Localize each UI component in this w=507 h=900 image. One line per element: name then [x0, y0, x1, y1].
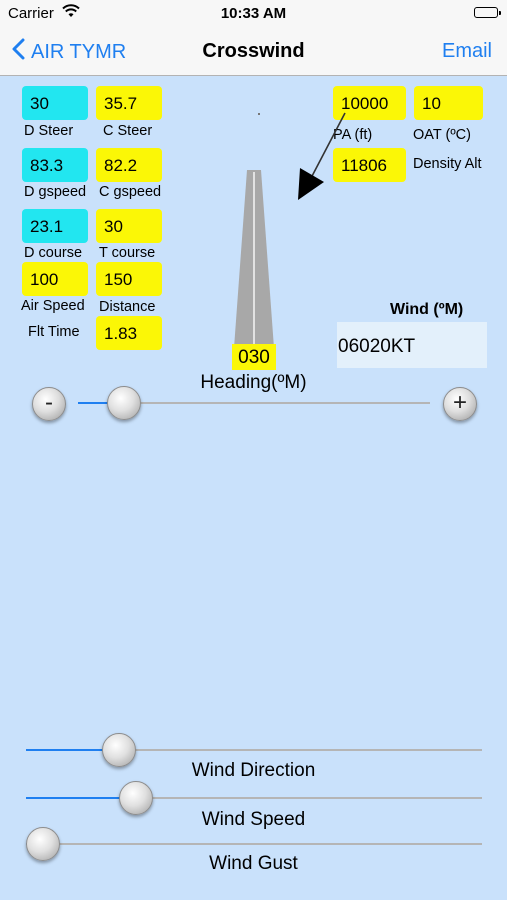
wind-gust-label: Wind Gust — [209, 853, 298, 874]
navigation-bar: AIR TYMR Crosswind Email — [0, 28, 507, 76]
distance-label: Distance — [99, 299, 156, 315]
wind-speed-label: Wind Speed — [201, 809, 306, 830]
back-button-label: AIR TYMR — [31, 40, 127, 63]
heading-plus-button[interactable]: + — [443, 387, 477, 421]
wind-arrow-icon — [298, 112, 346, 200]
heading-minus-button[interactable]: - — [32, 387, 66, 421]
heading-value: 030 — [232, 344, 276, 370]
clock: 10:33 AM — [220, 5, 287, 22]
wind-direction-label: Wind Direction — [191, 760, 316, 781]
plus-icon: + — [452, 389, 467, 416]
oat-label: OAT (ºC) — [413, 127, 471, 143]
wind-title: Wind (ºM) — [390, 301, 464, 318]
runway-icon — [234, 170, 274, 348]
heading-label: Heading(ºM) — [200, 372, 307, 393]
c-gspeed-label: C gspeed — [99, 184, 162, 200]
chevron-left-icon — [12, 38, 31, 66]
d-gspeed-field: 83.3 — [22, 148, 88, 182]
heading-slider-thumb[interactable] — [106, 386, 141, 420]
density-alt-label: Density Alt — [413, 156, 482, 172]
d-course-field: 23.1 — [22, 209, 88, 243]
minus-icon: - — [45, 389, 53, 416]
back-button[interactable]: AIR TYMR — [12, 38, 126, 66]
status-bar: Carrier 10:33 AM — [0, 0, 507, 28]
distance-field[interactable]: 150 — [96, 262, 162, 296]
c-steer-label: C Steer — [103, 123, 153, 139]
d-gspeed-label: D gspeed — [24, 184, 87, 200]
oat-field[interactable]: 10 — [414, 86, 483, 120]
t-course-field[interactable]: 30 — [96, 209, 162, 243]
wind-gust-slider-track[interactable] — [26, 843, 482, 845]
air-speed-field[interactable]: 100 — [22, 262, 88, 296]
d-steer-label: D Steer — [24, 123, 74, 139]
battery-icon — [474, 7, 501, 18]
email-button[interactable]: Email — [442, 40, 492, 63]
wind-input[interactable]: 06020KT — [337, 322, 487, 368]
flt-time-label: Flt Time — [28, 324, 80, 340]
t-course-label: T course — [99, 245, 156, 261]
d-steer-field: 30 — [22, 86, 88, 120]
c-gspeed-field[interactable]: 82.2 — [96, 148, 162, 182]
air-speed-label: Air Speed — [21, 298, 85, 314]
d-course-label: D course — [24, 245, 83, 261]
center-dot — [258, 113, 260, 115]
c-steer-field[interactable]: 35.7 — [96, 86, 162, 120]
flt-time-field[interactable]: 1.83 — [96, 316, 162, 350]
